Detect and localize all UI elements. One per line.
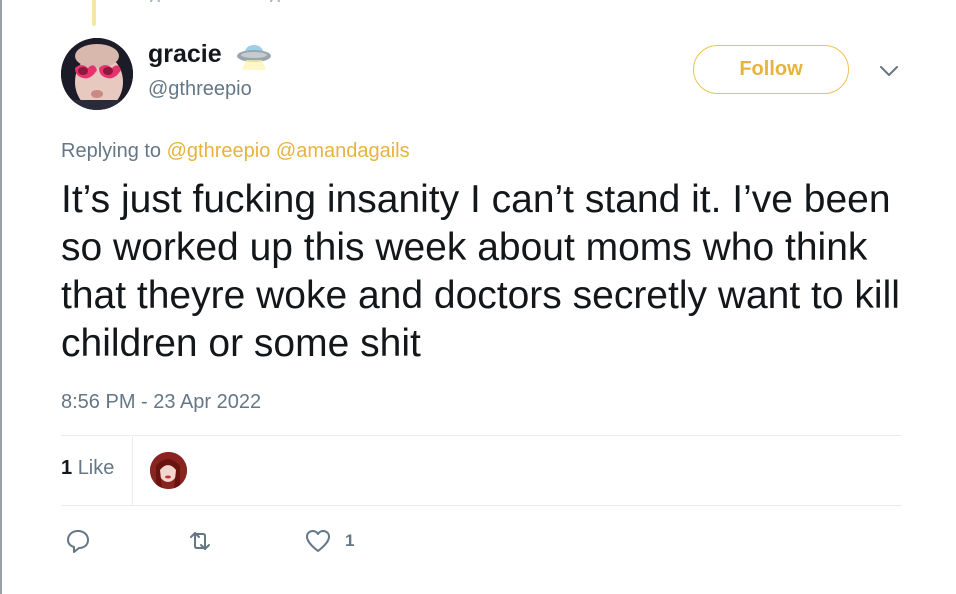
likes-number: 1 xyxy=(61,457,73,479)
chevron-down-icon[interactable] xyxy=(878,63,900,79)
mention-link[interactable]: @amandagails xyxy=(276,140,410,162)
mention-link[interactable]: @gthreepio xyxy=(167,140,271,162)
thread-connector-line xyxy=(92,0,96,26)
tweet-text: It’s just fucking insanity I can’t stand… xyxy=(61,178,900,365)
like-count: 1 xyxy=(345,531,355,550)
replying-to-line: Replying to @gthreepio @amandagails xyxy=(61,140,410,163)
heart-icon[interactable] xyxy=(303,526,333,556)
likes-word: Like xyxy=(77,457,115,479)
reply-icon[interactable] xyxy=(63,526,93,556)
ufo-emoji-icon xyxy=(237,45,271,70)
window-edge xyxy=(0,0,2,594)
avatar[interactable] xyxy=(61,38,133,110)
retweet-icon[interactable] xyxy=(185,526,215,556)
divider xyxy=(61,505,902,506)
liker-avatar-image xyxy=(150,452,187,489)
follow-button[interactable]: Follow xyxy=(693,45,849,94)
vertical-divider xyxy=(132,437,133,505)
likes-summary[interactable]: 1 Like xyxy=(61,457,114,480)
liker-avatar[interactable] xyxy=(150,452,187,489)
previous-tweet-actions-cutoff xyxy=(150,0,420,2)
avatar-image xyxy=(61,38,133,110)
user-handle[interactable]: @gthreepio xyxy=(148,78,252,101)
replying-prefix: Replying to xyxy=(61,140,162,162)
tweet-timestamp[interactable]: 8:56 PM - 23 Apr 2022 xyxy=(61,391,261,414)
display-name[interactable]: gracie xyxy=(148,40,222,69)
divider xyxy=(61,435,902,436)
